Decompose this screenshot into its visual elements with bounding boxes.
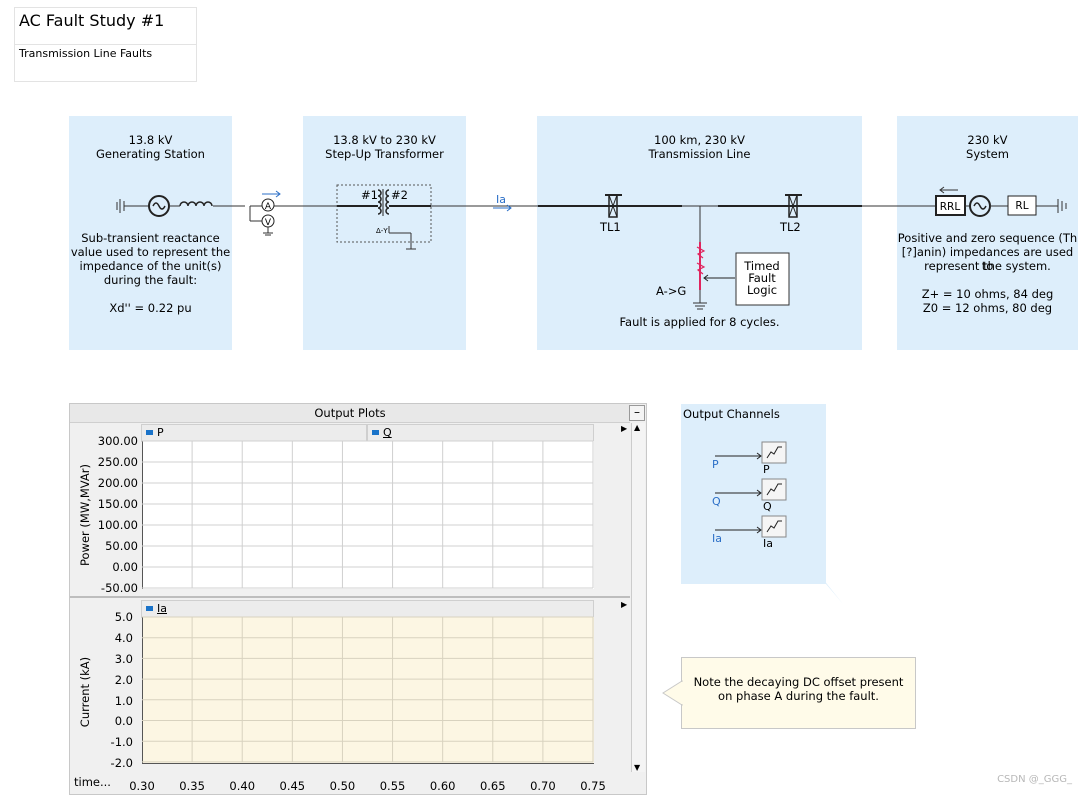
x-tick: 0.75 <box>580 779 606 793</box>
x-tick: 0.65 <box>479 779 506 793</box>
x-tick: 0.30 <box>129 779 155 793</box>
x-axis: 0.30 0.35 0.40 0.45 0.50 0.55 0.60 0.65 0.70 0.75 <box>0 779 1088 793</box>
note-line-1: Note the decaying DC offset present <box>693 675 904 689</box>
channel-ia-in: Ia <box>712 532 722 545</box>
x-tick: 0.45 <box>279 779 306 793</box>
plot-gridlines <box>142 440 594 763</box>
callout-tail <box>819 574 843 604</box>
channel-ia[interactable] <box>715 515 787 538</box>
channel-p[interactable] <box>715 441 787 464</box>
channel-q[interactable] <box>715 478 787 501</box>
x-tick: 0.60 <box>429 779 456 793</box>
note-line-2: on phase A during the fault. <box>718 689 879 703</box>
watermark: CSDN @_GGG_ <box>997 774 1072 785</box>
x-tick: 0.40 <box>229 779 256 793</box>
output-channels-diagram: P P Q Q Ia Ia <box>712 441 843 604</box>
scroll-down-icon[interactable]: ▼ <box>634 763 640 772</box>
channel-ia-out: Ia <box>763 537 773 550</box>
plot-scrollbar[interactable]: ▲ ▼ <box>631 423 645 772</box>
x-tick: 0.70 <box>530 779 556 793</box>
channel-p-out: P <box>763 463 770 476</box>
note-callout: Note the decaying DC offset present on p… <box>681 657 916 729</box>
x-tick: 0.35 <box>179 779 205 793</box>
channel-q-in: Q <box>712 495 721 508</box>
scroll-up-icon[interactable]: ▲ <box>634 423 640 432</box>
channel-q-out: Q <box>763 500 772 513</box>
x-tick: 0.55 <box>379 779 406 793</box>
channel-p-in: P <box>712 458 719 471</box>
x-tick: 0.50 <box>329 779 356 793</box>
note-pointer-icon <box>662 680 683 706</box>
